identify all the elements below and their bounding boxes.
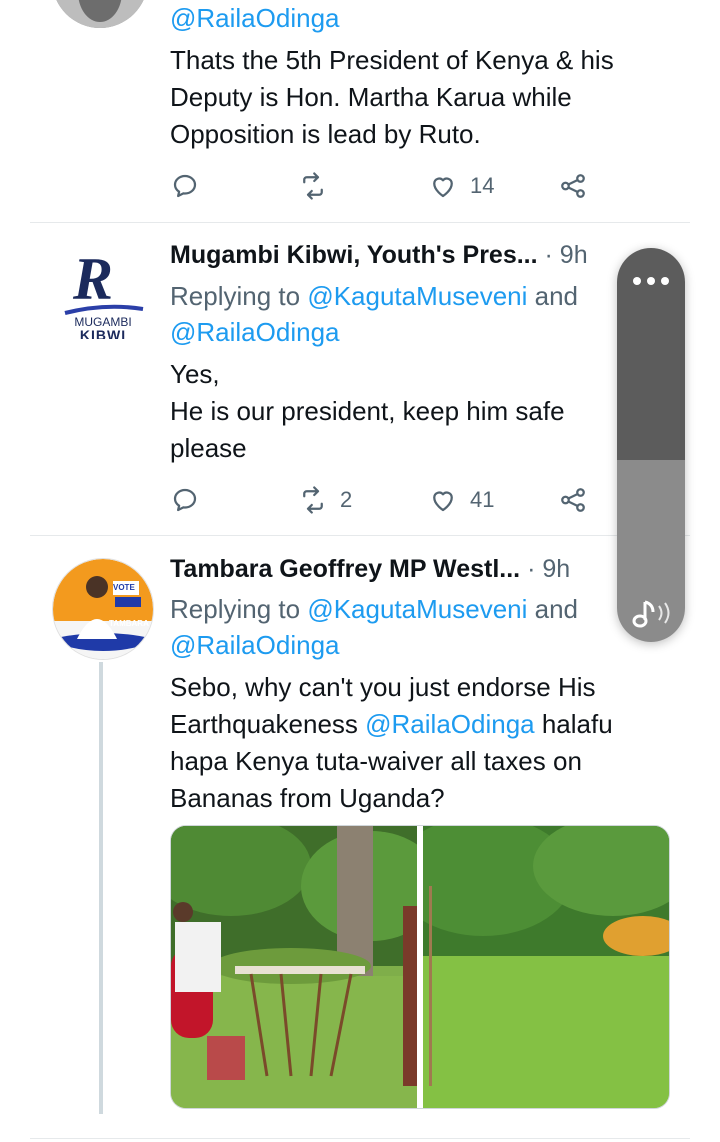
reply-target: @RailaOdinga	[170, 0, 339, 36]
avatar-name-label: TAMBARA	[109, 619, 149, 628]
tweet-media[interactable]	[170, 825, 670, 1109]
avatar-vote-label: VOTE	[113, 583, 135, 592]
author-name[interactable]: Tambara Geoffrey MP Westl...	[170, 555, 520, 583]
divider	[30, 1138, 690, 1139]
tweet-text: Sebo, why can't you just endorse His Ear…	[170, 669, 650, 817]
mention-link[interactable]: @RailaOdinga	[170, 3, 339, 33]
avatar-image	[53, 559, 153, 659]
share-icon	[561, 174, 585, 198]
mention-link[interactable]: @RailaOdinga	[365, 709, 534, 739]
heart-icon	[433, 491, 453, 512]
avatar-tweet-3[interactable]: VOTE TAMBARA	[52, 558, 154, 660]
avatar-image	[56, 0, 144, 28]
reply-icon	[173, 174, 197, 198]
and-label: and	[534, 594, 579, 624]
garden-photo	[171, 826, 441, 1108]
mention-link[interactable]: @KagutaMuseveni	[307, 281, 527, 311]
tweet-text: Yes, He is our president, keep him safe …	[170, 356, 610, 467]
reply-button[interactable]	[170, 168, 200, 204]
music-note-icon[interactable]	[631, 596, 675, 630]
timestamp[interactable]: · 9h	[545, 241, 588, 269]
share-button[interactable]	[558, 168, 588, 204]
avatar-tweet-1[interactable]	[52, 0, 148, 28]
and-label: and	[534, 281, 579, 311]
mention-link[interactable]: @KagutaMuseveni	[307, 594, 527, 624]
author-name[interactable]: Mugambi Kibwi, Youth's Pres...	[170, 241, 538, 269]
floating-audio-widget[interactable]	[617, 248, 685, 642]
tweet-text-line: Yes,	[170, 359, 220, 389]
mention-link[interactable]: @RailaOdinga	[170, 317, 339, 347]
tweet-2[interactable]: R MUGAMBI KIBWI Mugambi Kibwi, Youth's P…	[0, 223, 720, 535]
timestamp[interactable]: · 9h	[527, 555, 570, 583]
tweet-header: Tambara Geoffrey MP Westl... · 9h	[170, 555, 570, 584]
like-count: 41	[470, 487, 495, 512]
heart-icon	[433, 177, 453, 198]
replying-to: Replying to @KagutaMuseveni and @RailaOd…	[170, 591, 630, 663]
tweet-text-line: He is our president, keep him safe pleas…	[170, 396, 565, 463]
reply-icon	[173, 488, 197, 512]
retweet-count: 2	[340, 487, 353, 512]
share-button[interactable]	[558, 482, 588, 518]
replying-label: Replying to	[170, 594, 301, 624]
tweet-actions: 14	[170, 168, 610, 204]
tweet-actions: 2 41	[170, 482, 610, 518]
retweet-icon	[303, 486, 323, 514]
tweet-header: Mugambi Kibwi, Youth's Pres... · 9h	[170, 241, 588, 270]
like-button[interactable]: 41	[428, 482, 494, 518]
retweet-button[interactable]	[298, 168, 328, 204]
tweet-1[interactable]: @RailaOdinga Thats the 5th President of …	[0, 0, 720, 222]
thread-line	[99, 662, 103, 1114]
avatar-tweet-2[interactable]: R MUGAMBI KIBWI	[55, 243, 151, 339]
media-photo-left[interactable]	[171, 826, 441, 1108]
replying-to: Replying to @KagutaMuseveni and @RailaOd…	[170, 278, 630, 350]
retweet-button[interactable]: 2	[298, 482, 352, 518]
like-button[interactable]: 14	[428, 168, 494, 204]
replying-label: Replying to	[170, 281, 301, 311]
avatar-name-bottom: KIBWI	[79, 327, 127, 339]
share-icon	[561, 488, 585, 512]
lawn-photo	[393, 826, 669, 1108]
retweet-icon	[303, 172, 323, 200]
tweet-text: Thats the 5th President of Kenya & his D…	[170, 45, 614, 149]
more-dots-icon[interactable]	[631, 274, 671, 288]
like-count: 14	[470, 173, 495, 198]
reply-button[interactable]	[170, 482, 200, 518]
mention-link[interactable]: @RailaOdinga	[170, 630, 339, 660]
media-photo-right[interactable]	[393, 826, 669, 1108]
